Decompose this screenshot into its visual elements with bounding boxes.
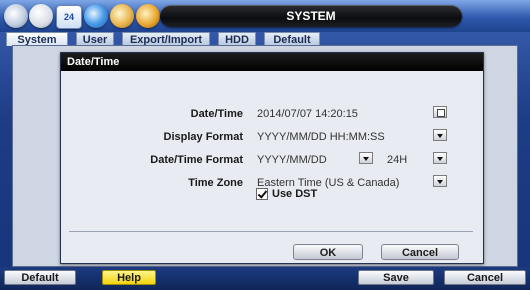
time-format-select[interactable]: 24H xyxy=(387,154,407,166)
time-zone-dropdown-icon[interactable] xyxy=(433,175,447,187)
top-toolbar: 24 SYSTEM xyxy=(0,0,530,32)
tab-export-import[interactable]: Export/Import xyxy=(122,32,210,46)
camera-icon[interactable] xyxy=(110,4,134,28)
dialog-divider xyxy=(69,231,473,232)
date-time-dialog: Date/Time Date/Time 2014/07/07 14:20:15 … xyxy=(60,52,484,264)
date-format-dropdown-icon[interactable] xyxy=(359,152,373,164)
tools-icon[interactable] xyxy=(136,4,160,28)
settings-icon[interactable] xyxy=(4,4,28,28)
dialog-cancel-button[interactable]: Cancel xyxy=(381,244,459,260)
default-button[interactable]: Default xyxy=(4,270,76,285)
date-time-format-label: Date/Time Format xyxy=(150,154,243,166)
time-zone-label: Time Zone xyxy=(188,177,243,189)
ok-button[interactable]: OK xyxy=(293,244,363,260)
date-time-label: Date/Time xyxy=(190,108,243,120)
network-icon[interactable] xyxy=(84,4,108,28)
use-dst-checkbox[interactable] xyxy=(256,188,268,200)
calendar-icon[interactable]: 24 xyxy=(56,5,82,29)
cancel-button[interactable]: Cancel xyxy=(444,270,526,285)
display-format-label: Display Format xyxy=(163,131,243,143)
calendar-picker-button[interactable] xyxy=(433,106,447,118)
tab-system-info[interactable]: System Info xyxy=(6,32,68,60)
date-time-value[interactable]: 2014/07/07 14:20:15 xyxy=(257,108,358,120)
use-dst-label[interactable]: Use DST xyxy=(272,188,317,200)
tab-hdd[interactable]: HDD xyxy=(218,32,256,46)
calendar-icon-text: 24 xyxy=(63,12,74,22)
display-format-select[interactable]: YYYY/MM/DD HH:MM:SS xyxy=(257,131,385,143)
record-icon[interactable] xyxy=(29,4,53,28)
date-format-select[interactable]: YYYY/MM/DD xyxy=(257,154,327,166)
bottom-bar: Default Help Save Cancel xyxy=(0,267,530,290)
save-button[interactable]: Save xyxy=(358,270,434,285)
display-format-dropdown-icon[interactable] xyxy=(433,129,447,141)
help-button[interactable]: Help xyxy=(102,270,156,285)
time-format-dropdown-icon[interactable] xyxy=(433,152,447,164)
page-title: SYSTEM xyxy=(160,5,462,27)
tab-default[interactable]: Default xyxy=(264,32,320,46)
dialog-title: Date/Time xyxy=(61,53,483,71)
tab-user[interactable]: User xyxy=(76,32,114,46)
system-setup-screen: 24 SYSTEM System Info User Export/Import… xyxy=(0,0,530,290)
